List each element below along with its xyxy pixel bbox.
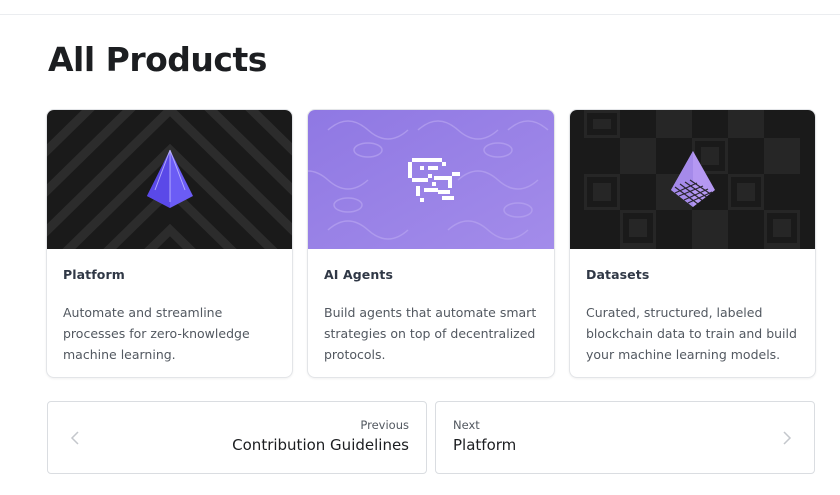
product-description: Curated, structured, labeled blockchain …: [586, 305, 797, 362]
product-title: Platform: [63, 267, 125, 282]
previous-page-title: Contribution Guidelines: [232, 436, 409, 454]
previous-sub-label: Previous: [360, 418, 409, 432]
product-card-ai-agents[interactable]: AI Agents Build agents that automate sma…: [307, 109, 555, 378]
product-description: Build agents that automate smart strateg…: [324, 305, 537, 362]
product-description: Automate and streamline processes for ze…: [63, 305, 250, 362]
next-page-title: Platform: [453, 436, 517, 454]
product-title: Datasets: [586, 267, 650, 282]
previous-page-link[interactable]: Previous Contribution Guidelines: [47, 401, 427, 474]
next-page-link[interactable]: Next Platform: [435, 401, 815, 474]
product-image-datasets: [570, 110, 815, 249]
product-title: AI Agents: [324, 267, 393, 282]
doc-pagination: Previous Contribution Guidelines Next Pl…: [47, 401, 815, 474]
header-divider: [0, 14, 840, 15]
chevron-right-icon: [783, 431, 792, 445]
next-sub-label: Next: [453, 418, 480, 432]
pixel-ornament-icon: [308, 110, 554, 249]
product-image-platform: [47, 110, 292, 249]
pyramid-icon: [47, 110, 292, 249]
product-image-ai-agents: [308, 110, 554, 249]
chevron-left-icon: [70, 431, 79, 445]
page-title: All Products: [48, 40, 267, 79]
product-card-platform[interactable]: Platform Automate and streamline process…: [46, 109, 293, 378]
product-cards: Platform Automate and streamline process…: [46, 109, 816, 378]
grid-pyramid-icon: [570, 110, 815, 249]
product-card-datasets[interactable]: Datasets Curated, structured, labeled bl…: [569, 109, 816, 378]
